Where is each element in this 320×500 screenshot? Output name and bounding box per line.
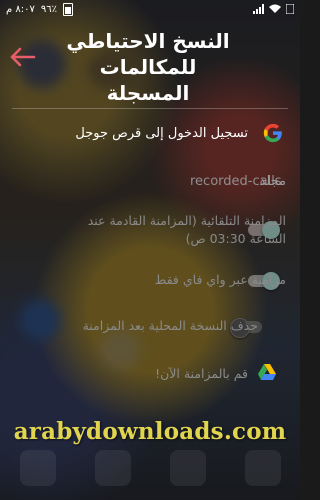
delete-local-row[interactable]: حذف النسخة المحلية بعد المزامنة <box>0 316 300 340</box>
home-dock <box>0 450 300 490</box>
auto-sync-label: المزامنة التلقائية (المزامنة القادمة عند… <box>87 213 286 246</box>
dock-app-icon <box>169 450 206 486</box>
wifi-only-row[interactable]: مزامنة عبر واي فاي فقط <box>0 270 300 294</box>
battery-icon <box>62 2 73 16</box>
dock-app-icon <box>19 450 56 486</box>
notification-icon <box>286 4 294 14</box>
page-title: النسخ الاحتياطي للمكالمات المسجلة <box>66 29 230 105</box>
google-signin-row[interactable]: تسجيل الدخول إلى قرص جوجل <box>0 116 300 152</box>
dock-app-icon <box>94 450 131 486</box>
status-time: ٨:٠٧ م <box>6 3 35 15</box>
sync-now-row[interactable]: قم بالمزامنة الآن! <box>0 362 300 388</box>
back-arrow-icon[interactable] <box>8 46 38 68</box>
status-bar: ٨:٠٧ م ٩٦٪ <box>0 0 300 18</box>
auto-sync-row[interactable]: المزامنة التلقائية (المزامنة القادمة عند… <box>0 212 300 256</box>
sync-now-label: قم بالمزامنة الآن! <box>155 366 248 381</box>
google-drive-icon <box>258 364 276 380</box>
wifi-only-label: مزامنة عبر واي فاي فقط <box>154 272 286 287</box>
google-icon <box>263 123 282 143</box>
delete-local-label: حذف النسخة المحلية بعد المزامنة <box>82 318 258 333</box>
header: النسخ الاحتياطي للمكالمات المسجلة <box>0 22 300 105</box>
header-divider <box>12 108 288 109</box>
signal-icon <box>253 4 264 14</box>
watermark: arabydownloads.com <box>13 418 287 445</box>
wifi-icon <box>269 4 281 13</box>
google-signin-label: تسجيل الدخول إلى قرص جوجل <box>75 126 248 141</box>
dock-app-icon <box>244 450 281 486</box>
folder-label: مجلد <box>259 174 286 189</box>
folder-row[interactable]: recorded-calls مجلد <box>0 170 300 196</box>
battery-percent: ٩٦٪ <box>40 3 57 15</box>
